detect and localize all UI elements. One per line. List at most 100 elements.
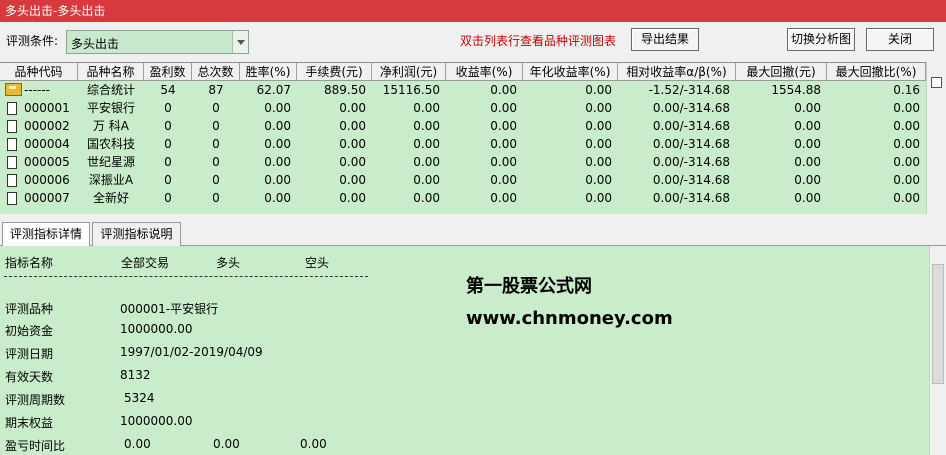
table-cell: 0.00 [585,83,612,97]
table-cell: 0.00 [893,155,920,169]
table-cell: 87 [208,83,224,97]
column-header[interactable]: 品种代码 [0,63,78,81]
table-cell: 0.00 [413,119,440,133]
detail-label: 有效天数 [5,370,54,384]
table-cell: 000005 [24,155,70,169]
table-cell: 0.00 [339,119,366,133]
table-cell: 889.50 [324,83,366,97]
detail-value: 000001-平安银行 [120,302,219,316]
table-cell: 0 [164,173,172,187]
tab-indicator-details[interactable]: 评测指标详情 [2,222,90,247]
table-row[interactable]: 000004 国农科技 0 0 0.00 0.00 0.00 0.00 0.00 0.00/-31… [0,135,926,153]
table-cell: 0.00 [893,173,920,187]
table-cell: 0.00 [264,101,291,115]
detail-label: 评测日期 [5,347,54,361]
table-cell: 0.00/-314.68 [652,173,730,187]
column-header[interactable]: 总次数 [192,63,240,81]
column-header[interactable]: 品种名称 [78,63,144,81]
column-header[interactable]: 手续费(元) [297,63,372,81]
detail-header-long: 多头 [216,256,241,270]
column-header[interactable]: 盈利数 [144,63,192,81]
scrollbar-thumb[interactable] [932,264,944,384]
table-cell: 000002 [24,119,70,133]
table-cell: 0.00 [490,155,517,169]
detail-value: 5324 [124,391,155,405]
table-cell: 0.00 [490,83,517,97]
folder-icon [5,83,22,96]
table-cell: 0.16 [893,83,920,97]
watermark-url: www.chnmoney.com [466,308,673,329]
table-cell: 0 [164,155,172,169]
table-cell: 1554.88 [771,83,821,97]
column-header[interactable]: 年化收益率(%) [523,63,618,81]
close-button[interactable]: 关闭 [866,28,934,51]
document-icon [7,138,17,151]
results-grid[interactable]: 品种代码 品种名称 盈利数 总次数 胜率(%) 手续费(元) 净利润(元) 收益… [0,62,926,214]
table-cell: 0.00 [339,191,366,205]
table-cell: 综合统计 [86,83,135,97]
table-cell: 0.00 [413,137,440,151]
table-cell: 0.00 [339,101,366,115]
table-cell: 世纪星源 [86,155,135,169]
column-header[interactable]: 相对收益率α/β(%) [618,63,736,81]
select-all-checkbox[interactable] [931,77,942,88]
table-cell: 0.00 [585,119,612,133]
table-cell: 0 [212,101,220,115]
table-row[interactable]: ------ 综合统计 54 87 62.07 889.50 15116.50 0.00 0.0… [0,81,926,99]
table-cell: 0.00 [264,191,291,205]
table-cell: 0.00 [794,191,821,205]
table-cell: 0 [164,191,172,205]
condition-select[interactable]: 多头出击 [66,30,249,54]
table-row[interactable]: 000002 万 科A 0 0 0.00 0.00 0.00 0.00 0.00 0.00/-31… [0,117,926,135]
detail-label: 初始资金 [5,324,54,338]
table-cell: 0 [164,101,172,115]
table-cell: 0 [212,119,220,133]
tab-indicator-help[interactable]: 评测指标说明 [92,222,181,246]
table-row[interactable]: 000005 世纪星源 0 0 0.00 0.00 0.00 0.00 0.00 0.00/-31… [0,153,926,171]
switch-chart-button[interactable]: 切换分析图 [787,28,855,51]
column-header[interactable]: 收益率(%) [446,63,523,81]
table-cell: 0.00 [339,155,366,169]
detail-header-name: 指标名称 [5,256,54,270]
detail-scrollbar[interactable] [929,246,946,455]
detail-value: 1000000.00 [120,322,193,336]
table-cell: 0 [164,119,172,133]
table-cell: 0.00 [893,101,920,115]
table-cell: 0 [164,137,172,151]
column-header[interactable]: 胜率(%) [240,63,297,81]
table-cell: 0.00 [585,137,612,151]
detail-header-short: 空头 [305,256,330,270]
table-cell: 平安银行 [86,101,135,115]
divider [4,276,368,277]
condition-label: 评测条件: [6,34,59,48]
column-header[interactable]: 净利润(元) [372,63,446,81]
column-header[interactable]: 最大回撤(元) [736,63,827,81]
document-icon [7,120,17,133]
detail-label: 评测品种 [5,302,54,316]
grid-header: 品种代码 品种名称 盈利数 总次数 胜率(%) 手续费(元) 净利润(元) 收益… [0,63,926,81]
table-cell: 0.00/-314.68 [652,155,730,169]
table-cell: 0.00 [264,173,291,187]
table-cell: 0 [212,155,220,169]
table-cell: 0.00 [264,119,291,133]
table-row[interactable]: 000006 深振业A 0 0 0.00 0.00 0.00 0.00 0.00 0.00/-31… [0,171,926,189]
table-cell: 0.00 [490,173,517,187]
chevron-down-icon[interactable] [232,31,248,53]
export-button[interactable]: 导出结果 [631,28,699,51]
detail-label: 期末权益 [5,416,54,430]
window-title: 多头出击-多头出击 [0,0,946,22]
detail-value: 0.00 [124,437,151,451]
table-cell: 0.00 [794,155,821,169]
table-cell: 0.00 [339,173,366,187]
column-header[interactable]: 最大回撤比(%) [827,63,926,81]
table-cell: 深振业A [88,173,134,187]
grid-hint: 双击列表行查看品种评测图表 [460,34,617,48]
table-row[interactable]: 000007 全新好 0 0 0.00 0.00 0.00 0.00 0.00 0.00/-314… [0,189,926,207]
grid-scrollbar[interactable] [926,62,946,214]
table-cell: 000001 [24,101,70,115]
table-cell: 0.00/-314.68 [652,137,730,151]
table-cell: 0.00 [339,137,366,151]
table-row[interactable]: 000001 平安银行 0 0 0.00 0.00 0.00 0.00 0.00 0.00/-31… [0,99,926,117]
table-cell: 0.00 [893,191,920,205]
table-cell: 0.00 [585,101,612,115]
